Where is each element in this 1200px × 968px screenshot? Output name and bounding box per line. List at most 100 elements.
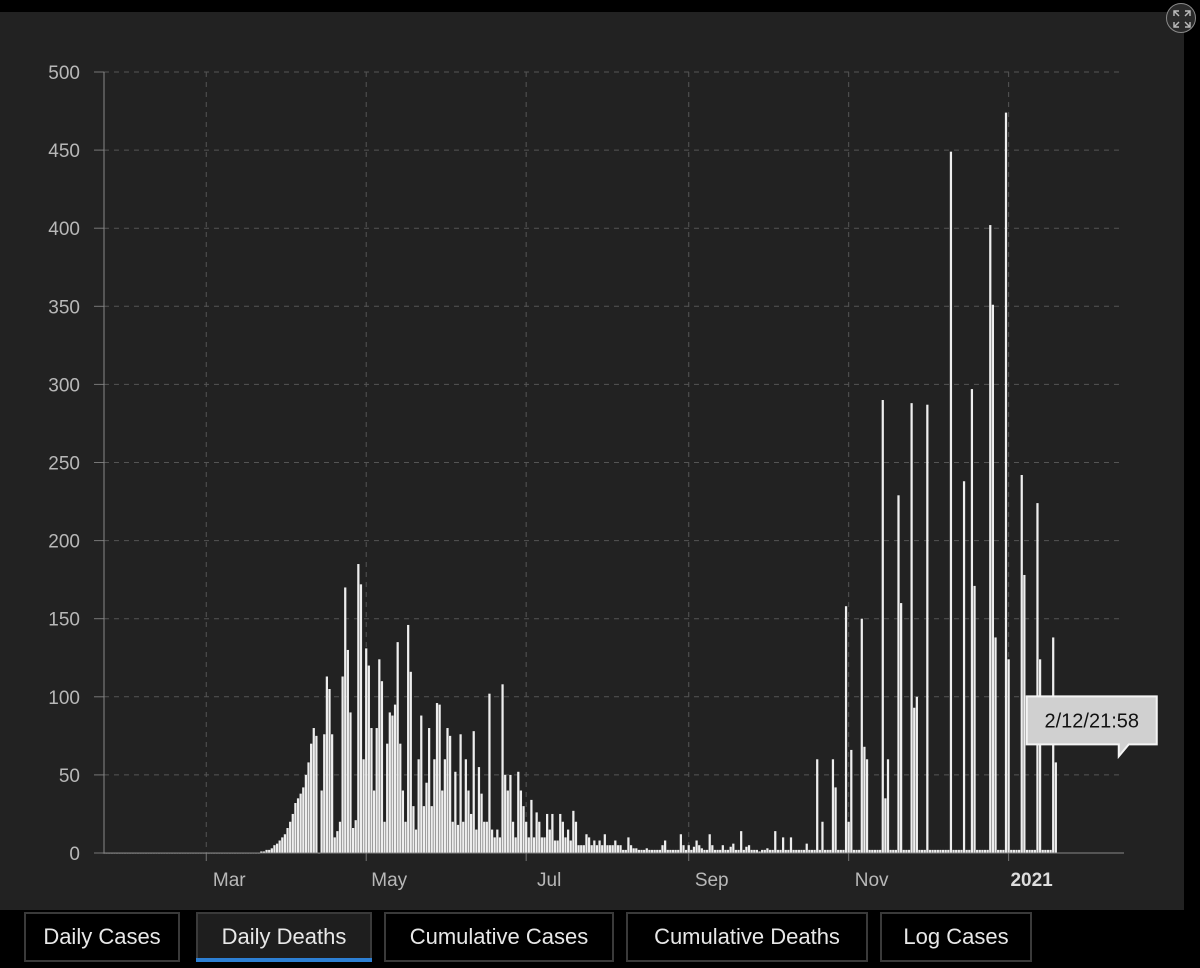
bar[interactable] xyxy=(307,762,310,853)
bar[interactable] xyxy=(404,821,407,853)
bar[interactable] xyxy=(1020,474,1023,853)
bar[interactable] xyxy=(949,151,953,854)
bar[interactable] xyxy=(496,829,499,853)
bar[interactable] xyxy=(682,845,685,853)
bar[interactable] xyxy=(551,813,554,853)
bar[interactable] xyxy=(863,746,866,853)
bar[interactable] xyxy=(344,587,347,853)
bar[interactable] xyxy=(454,771,457,853)
bar[interactable] xyxy=(331,734,334,853)
bar[interactable] xyxy=(485,821,488,853)
bar[interactable] xyxy=(1023,574,1026,853)
bar[interactable] xyxy=(587,837,591,853)
bar[interactable] xyxy=(962,481,966,853)
bar[interactable] xyxy=(480,793,483,853)
bar[interactable] xyxy=(456,824,460,853)
bar[interactable] xyxy=(732,843,735,853)
bar[interactable] xyxy=(514,837,517,853)
bar[interactable] xyxy=(477,767,481,853)
bar[interactable] xyxy=(451,821,454,853)
bar[interactable] xyxy=(847,821,850,853)
bar[interactable] xyxy=(603,834,606,853)
bar[interactable] xyxy=(462,821,465,853)
bar[interactable] xyxy=(559,813,562,853)
bar[interactable] xyxy=(527,837,530,853)
bar[interactable] xyxy=(910,403,913,853)
tab-cumulative-cases[interactable]: Cumulative Cases xyxy=(384,912,614,962)
bar[interactable] xyxy=(414,829,418,853)
bar[interactable] xyxy=(831,759,835,853)
bar[interactable] xyxy=(490,829,494,853)
bar[interactable] xyxy=(467,790,470,853)
bar[interactable] xyxy=(283,834,287,853)
bar[interactable] xyxy=(553,840,557,853)
bar[interactable] xyxy=(1054,762,1057,853)
bar[interactable] xyxy=(349,712,352,853)
bar[interactable] xyxy=(789,837,793,853)
bar[interactable] xyxy=(302,787,305,853)
bar[interactable] xyxy=(574,821,578,853)
bar[interactable] xyxy=(286,828,289,853)
bar[interactable] xyxy=(511,821,515,853)
bar[interactable] xyxy=(661,845,664,853)
bar[interactable] xyxy=(582,845,585,853)
bar[interactable] xyxy=(365,648,368,853)
bar[interactable] xyxy=(459,734,462,853)
bar[interactable] xyxy=(449,735,452,853)
bars[interactable] xyxy=(102,112,1057,854)
bar[interactable] xyxy=(315,735,318,853)
bar[interactable] xyxy=(446,728,449,853)
bar[interactable] xyxy=(611,845,614,853)
bar[interactable] xyxy=(973,585,976,853)
tab-daily-deaths[interactable]: Daily Deaths xyxy=(196,912,372,962)
bar[interactable] xyxy=(745,846,748,853)
bar[interactable] xyxy=(407,624,410,853)
bar[interactable] xyxy=(627,837,630,853)
bar[interactable] xyxy=(296,798,300,853)
bar[interactable] xyxy=(606,845,609,853)
tab-cumulative-deaths[interactable]: Cumulative Deaths xyxy=(626,912,868,962)
bar[interactable] xyxy=(338,821,342,853)
bar[interactable] xyxy=(569,840,572,853)
bar[interactable] xyxy=(566,829,570,853)
bar[interactable] xyxy=(310,743,313,853)
bar[interactable] xyxy=(378,659,381,853)
bar[interactable] xyxy=(1004,112,1008,853)
bar[interactable] xyxy=(323,734,326,853)
bar[interactable] xyxy=(1007,659,1010,853)
bar[interactable] xyxy=(464,759,467,853)
bar[interactable] xyxy=(386,743,389,853)
bar[interactable] xyxy=(383,821,386,853)
bar[interactable] xyxy=(299,793,302,853)
bar[interactable] xyxy=(304,774,308,853)
bar[interactable] xyxy=(692,846,696,853)
bar[interactable] xyxy=(420,715,423,853)
bar[interactable] xyxy=(525,821,528,853)
bar[interactable] xyxy=(580,845,583,853)
bar[interactable] xyxy=(393,704,397,853)
bar[interactable] xyxy=(401,790,405,853)
bar[interactable] xyxy=(774,831,777,853)
bar[interactable] xyxy=(281,837,284,853)
bar[interactable] xyxy=(535,812,538,853)
bar[interactable] xyxy=(546,813,549,853)
bar[interactable] xyxy=(422,806,426,853)
bar[interactable] xyxy=(860,618,863,853)
bar[interactable] xyxy=(926,404,929,853)
bar[interactable] xyxy=(884,798,887,853)
bar[interactable] xyxy=(270,848,273,853)
bar[interactable] xyxy=(320,790,323,853)
bar[interactable] xyxy=(441,790,444,853)
bar[interactable] xyxy=(561,821,564,853)
bar[interactable] xyxy=(370,728,373,853)
expand-button[interactable] xyxy=(1166,3,1196,33)
bar[interactable] xyxy=(1036,503,1039,853)
bar[interactable] xyxy=(608,845,612,853)
bar[interactable] xyxy=(585,834,588,853)
bar[interactable] xyxy=(278,840,281,853)
bar[interactable] xyxy=(595,845,599,853)
bar[interactable] xyxy=(519,790,523,853)
bar[interactable] xyxy=(469,813,473,853)
bar[interactable] xyxy=(619,845,622,853)
bar[interactable] xyxy=(821,821,824,853)
